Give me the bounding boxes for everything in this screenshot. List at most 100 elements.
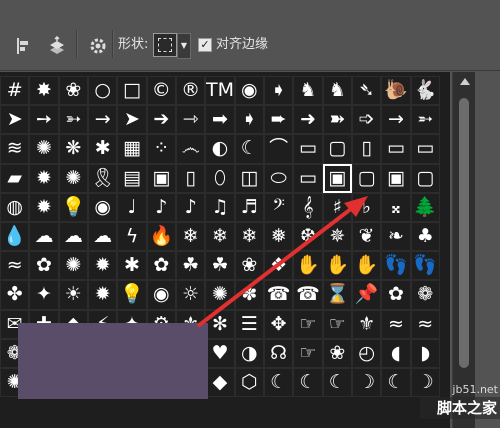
- shape-picker-swatch[interactable]: [153, 33, 177, 57]
- shape-cell[interactable]: ⁘: [146, 134, 176, 164]
- shape-cell[interactable]: 🔥: [146, 221, 176, 252]
- shape-cell[interactable]: ☎: [263, 280, 294, 310]
- shape-cell[interactable]: ➡: [205, 105, 235, 135]
- shape-cell[interactable]: ◗: [410, 338, 440, 368]
- shape-cell[interactable]: ≈: [0, 251, 30, 281]
- shape-cell[interactable]: ✹: [87, 280, 118, 310]
- shape-cell[interactable]: ≈: [381, 309, 411, 339]
- shape-cell[interactable]: ✋: [293, 251, 323, 281]
- shape-cell[interactable]: ◑: [234, 338, 264, 368]
- gear-icon[interactable]: [88, 36, 108, 56]
- shape-cell[interactable]: □: [117, 76, 147, 106]
- arrange-layers-icon[interactable]: [46, 35, 66, 56]
- shape-cell[interactable]: ♪: [175, 192, 206, 222]
- shape-cell[interactable]: ➩: [351, 105, 382, 135]
- shape-cell[interactable]: ➨: [263, 105, 294, 135]
- shape-cell[interactable]: ◴: [351, 338, 382, 368]
- shape-cell[interactable]: ✽: [234, 280, 264, 310]
- shape-cell[interactable]: ◆: [205, 367, 235, 398]
- shape-cell[interactable]: ✿: [146, 251, 176, 281]
- shape-cell[interactable]: ✺: [58, 163, 88, 193]
- shape-cell[interactable]: ⬡: [234, 367, 264, 398]
- shape-cell[interactable]: 👣: [410, 251, 440, 281]
- shape-cell[interactable]: ▰: [0, 163, 30, 193]
- shape-cell[interactable]: ☁: [58, 221, 88, 252]
- shape-cell[interactable]: ➧: [263, 76, 294, 106]
- shape-cell[interactable]: ❧: [381, 221, 411, 252]
- shape-cell[interactable]: →: [87, 105, 118, 135]
- shape-cell[interactable]: ✋: [322, 251, 352, 281]
- shape-cell[interactable]: ϟ: [117, 221, 147, 252]
- shape-cell[interactable]: ☁: [87, 221, 118, 252]
- shape-cell[interactable]: ☾: [263, 367, 294, 398]
- align-icon[interactable]: [14, 36, 34, 56]
- shape-cell[interactable]: ▭: [381, 134, 411, 164]
- shape-cell[interactable]: ✹: [87, 251, 118, 281]
- shape-cell[interactable]: ➵: [410, 105, 440, 135]
- shape-cell[interactable]: ▢: [322, 134, 352, 164]
- shape-cell[interactable]: 🐇: [410, 76, 440, 106]
- shape-cell[interactable]: ✹: [29, 192, 59, 222]
- shape-cell[interactable]: ❀: [234, 251, 264, 281]
- shape-cell[interactable]: ☁: [29, 221, 59, 252]
- shape-dropdown-button[interactable]: ▼: [177, 33, 191, 59]
- shape-cell[interactable]: ⚜: [351, 309, 382, 339]
- shape-cell[interactable]: ▭: [293, 134, 323, 164]
- shape-cell[interactable]: 📌: [351, 280, 382, 310]
- shape-cell[interactable]: ✺: [29, 134, 59, 164]
- shape-cell[interactable]: ⌛: [322, 280, 352, 310]
- shape-cell[interactable]: ▣: [381, 163, 411, 193]
- shape-cell[interactable]: ◖: [381, 338, 411, 368]
- shape-cell[interactable]: ◉: [87, 192, 118, 222]
- shape-cell[interactable]: ➜: [293, 105, 323, 135]
- shape-cell[interactable]: ○: [87, 76, 118, 106]
- shape-cell[interactable]: ©: [146, 76, 176, 106]
- shape-cell[interactable]: ♞: [322, 76, 352, 106]
- shape-cell[interactable]: ▣: [322, 163, 352, 193]
- shape-cell[interactable]: ≋: [0, 134, 30, 164]
- shape-cell[interactable]: ☾: [293, 367, 323, 398]
- shape-cell[interactable]: ⌒: [263, 134, 294, 164]
- shape-cell[interactable]: ☎: [293, 280, 323, 310]
- shape-cell[interactable]: ❄: [205, 221, 235, 252]
- shape-cell[interactable]: ♭: [351, 192, 382, 222]
- shape-cell[interactable]: ♥: [205, 338, 235, 368]
- shape-cell[interactable]: ◫: [234, 163, 264, 193]
- shape-cell[interactable]: ◐: [205, 134, 235, 164]
- shape-cell[interactable]: ➽: [322, 105, 352, 135]
- shape-cell[interactable]: ✺: [205, 280, 235, 310]
- shape-cell[interactable]: ▦: [117, 134, 147, 164]
- shape-cell[interactable]: ♬: [234, 192, 264, 222]
- shape-cell[interactable]: ≈: [410, 309, 440, 339]
- shape-cell[interactable]: ➧: [234, 105, 264, 135]
- shape-cell[interactable]: ☾: [322, 367, 352, 398]
- shape-cell[interactable]: ♫: [205, 192, 235, 222]
- shape-cell[interactable]: ⇾: [175, 105, 206, 135]
- shape-cell[interactable]: 👣: [381, 251, 411, 281]
- shape-cell[interactable]: 💡: [58, 192, 88, 222]
- shape-cell[interactable]: ➴: [351, 76, 382, 106]
- shape-cell[interactable]: ▯: [351, 134, 382, 164]
- scroll-up-icon[interactable]: [460, 78, 470, 85]
- shape-cell[interactable]: ❄: [175, 221, 206, 252]
- shape-cell[interactable]: ✻: [205, 309, 235, 339]
- shape-cell[interactable]: ☘: [175, 251, 206, 281]
- shape-cell[interactable]: ⬭: [263, 163, 294, 193]
- shape-cell[interactable]: ☊: [263, 338, 294, 368]
- shape-cell[interactable]: ❁: [410, 280, 440, 310]
- shape-cell[interactable]: 🎗: [87, 163, 118, 193]
- shape-cell[interactable]: ◉: [234, 76, 264, 106]
- shape-cell[interactable]: ☞: [293, 338, 323, 368]
- shape-cell[interactable]: ✱: [87, 134, 118, 164]
- shape-panel-scrollbar[interactable]: [452, 72, 475, 428]
- shape-cell[interactable]: ▢: [410, 163, 440, 193]
- shape-cell[interactable]: ▭: [410, 134, 440, 164]
- shape-cell[interactable]: ▣: [146, 163, 176, 193]
- shape-cell[interactable]: ☼: [175, 280, 206, 310]
- shape-cell[interactable]: TM: [205, 76, 235, 106]
- shape-cell[interactable]: 🌲: [410, 192, 440, 222]
- shape-cell[interactable]: ♞: [293, 76, 323, 106]
- shape-cell[interactable]: ▯: [175, 163, 206, 193]
- shape-cell[interactable]: ▭: [293, 163, 323, 193]
- shape-cell[interactable]: ❀: [58, 76, 88, 106]
